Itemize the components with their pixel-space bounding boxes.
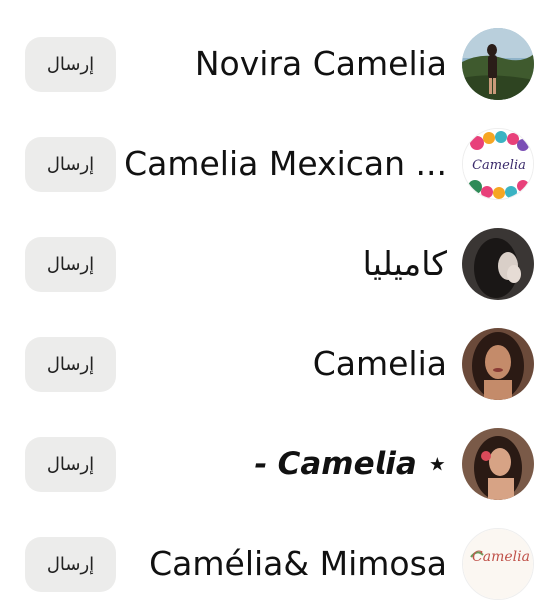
logo-text: Camelia xyxy=(472,158,526,173)
send-button[interactable]: إرسال xyxy=(25,37,116,92)
dark-hair-selfie-avatar[interactable] xyxy=(462,228,534,300)
account-name: Novira Camelia xyxy=(194,44,447,83)
send-button[interactable]: إرسال xyxy=(25,537,116,592)
woman-portrait-avatar[interactable] xyxy=(462,328,534,400)
send-button[interactable]: إرسال xyxy=(25,237,116,292)
logo-text: Camelia xyxy=(472,549,530,565)
woman-flower-avatar[interactable] xyxy=(462,428,534,500)
account-row[interactable]: إرسال Camelia xyxy=(0,300,560,400)
camelia-script-logo-avatar[interactable]: Camelia xyxy=(462,528,534,600)
account-name: Camelia Mexican ... xyxy=(124,144,447,183)
woman-lake-photo-avatar[interactable] xyxy=(462,28,534,100)
send-button[interactable]: إرسال xyxy=(25,437,116,492)
account-row[interactable]: إرسال Camelia Mexican ... Camelia xyxy=(0,100,560,200)
search-results-list: إرسال Novira Camelia إرسال Camelia Mexic… xyxy=(0,0,560,600)
account-row[interactable]: إرسال كاميليا xyxy=(0,200,560,300)
account-name: - 𝘾𝙖𝙢𝙚𝙡𝙞𝙖 ⋆ xyxy=(253,446,447,482)
account-row[interactable]: إرسال Novira Camelia xyxy=(0,0,560,100)
account-name: Camelia xyxy=(312,344,447,383)
account-name: Camélia& Mimosa xyxy=(149,544,447,583)
account-row[interactable]: إرسال - 𝘾𝙖𝙢𝙚𝙡𝙞𝙖 ⋆ xyxy=(0,400,560,500)
camelia-flower-logo-avatar[interactable]: Camelia xyxy=(462,128,534,200)
account-name: كاميليا xyxy=(362,244,447,283)
send-button[interactable]: إرسال xyxy=(25,137,116,192)
account-row[interactable]: إرسال Camélia& Mimosa Camelia xyxy=(0,500,560,600)
send-button[interactable]: إرسال xyxy=(25,337,116,392)
